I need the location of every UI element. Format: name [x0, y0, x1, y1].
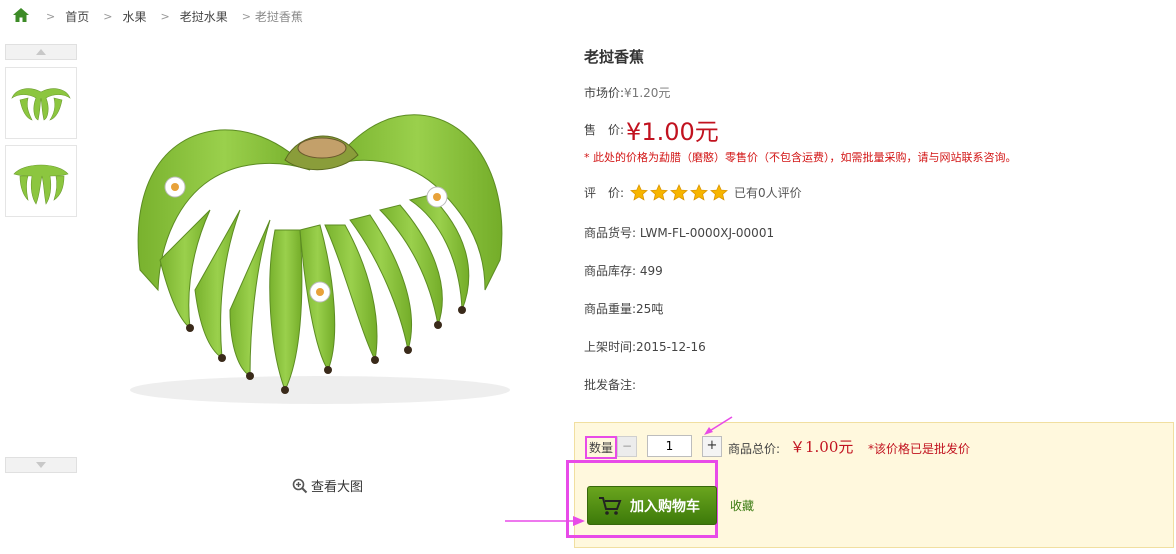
view-large-link[interactable]: 查看大图 — [292, 476, 363, 495]
market-price: ¥1.20元 — [624, 86, 671, 100]
sale-price: ¥1.00元 — [626, 118, 719, 146]
quantity-increase-button[interactable]: + — [702, 436, 722, 457]
stock-label: 商品库存: — [584, 264, 637, 278]
total-price: ￥1.00元 — [790, 438, 854, 456]
product-title: 老挝香蕉 — [584, 48, 645, 66]
star-icon — [710, 184, 729, 201]
chevron-right-icon: > — [46, 9, 56, 23]
market-price-row: 市场价:¥1.20元 — [584, 84, 670, 101]
sale-price-row: 售 价: ¥1.00元 — [584, 112, 719, 147]
add-to-cart-button[interactable]: 加入购物车 — [587, 486, 717, 525]
star-icon — [630, 184, 649, 201]
thumbnail-2[interactable] — [5, 145, 77, 217]
thumb-scroll-down[interactable] — [5, 457, 77, 473]
sku-row: 商品货号: LWM-FL-0000XJ-00001 — [584, 224, 774, 241]
market-price-label: 市场价: — [584, 86, 625, 100]
total-price-label: 商品总价: — [728, 442, 781, 456]
stock-row: 商品库存: 499 — [584, 262, 663, 279]
price-note: * 此处的价格为勐腊（磨憨）零售价（不包含运费），如需批量采购，请与网站联系咨询… — [584, 151, 1017, 164]
thumbnail-1[interactable] — [5, 67, 77, 139]
annotation-arrow — [704, 416, 733, 435]
weight-label: 商品重量: — [584, 302, 637, 316]
cart-icon — [599, 496, 622, 515]
sale-price-label: 售 价: — [584, 123, 625, 137]
onshelf-row: 上架时间:2015-12-16 — [584, 338, 706, 355]
breadcrumb-laos-fruit[interactable]: 老挝水果 — [180, 8, 228, 25]
quantity-decrease-button[interactable]: − — [617, 436, 637, 457]
rating-label: 评 价: — [584, 186, 625, 200]
product-image[interactable] — [100, 60, 540, 420]
chevron-right-icon: > — [241, 9, 251, 23]
remark-label: 批发备注: — [584, 378, 637, 392]
arrow-down-icon — [36, 462, 46, 468]
onshelf-value: 2015-12-16 — [636, 340, 706, 354]
breadcrumb-home[interactable]: 首页 — [65, 8, 89, 25]
zoom-in-icon — [292, 478, 308, 493]
quantity-input[interactable] — [647, 435, 692, 457]
quantity-label: 数量 — [585, 436, 618, 459]
thumb-scroll-up[interactable] — [5, 44, 77, 60]
add-to-cart-label: 加入购物车 — [630, 498, 700, 515]
home-icon[interactable] — [12, 7, 32, 25]
weight-row: 商品重量:25吨 — [584, 300, 663, 317]
rating-stars — [630, 184, 730, 201]
wholesale-note: *该价格已是批发价 — [868, 442, 971, 456]
weight-value: 25吨 — [636, 302, 664, 316]
chevron-right-icon: > — [160, 9, 170, 23]
breadcrumb-fruit[interactable]: 水果 — [122, 8, 146, 25]
rating-row: 评 价: 已有0人评价 — [584, 184, 802, 201]
arrow-up-icon — [36, 49, 46, 55]
sku-value: LWM-FL-0000XJ-00001 — [639, 226, 775, 240]
remark-row: 批发备注: — [584, 376, 636, 393]
favorite-link[interactable]: 收藏 — [730, 497, 754, 514]
breadcrumb-current: 老挝香蕉 — [254, 9, 303, 24]
star-icon — [650, 184, 669, 201]
breadcrumb: > 首页 > 水果 > 老挝水果 > 老挝香蕉 — [12, 6, 303, 26]
rating-count[interactable]: 已有0人评价 — [734, 184, 802, 201]
view-large-label: 查看大图 — [311, 480, 364, 495]
onshelf-label: 上架时间: — [584, 340, 637, 354]
stock-value: 499 — [639, 264, 663, 278]
chevron-right-icon: > — [103, 9, 113, 23]
sku-label: 商品货号: — [584, 226, 637, 240]
annotation-arrow — [505, 516, 585, 526]
star-icon — [690, 184, 709, 201]
star-icon — [670, 184, 689, 201]
